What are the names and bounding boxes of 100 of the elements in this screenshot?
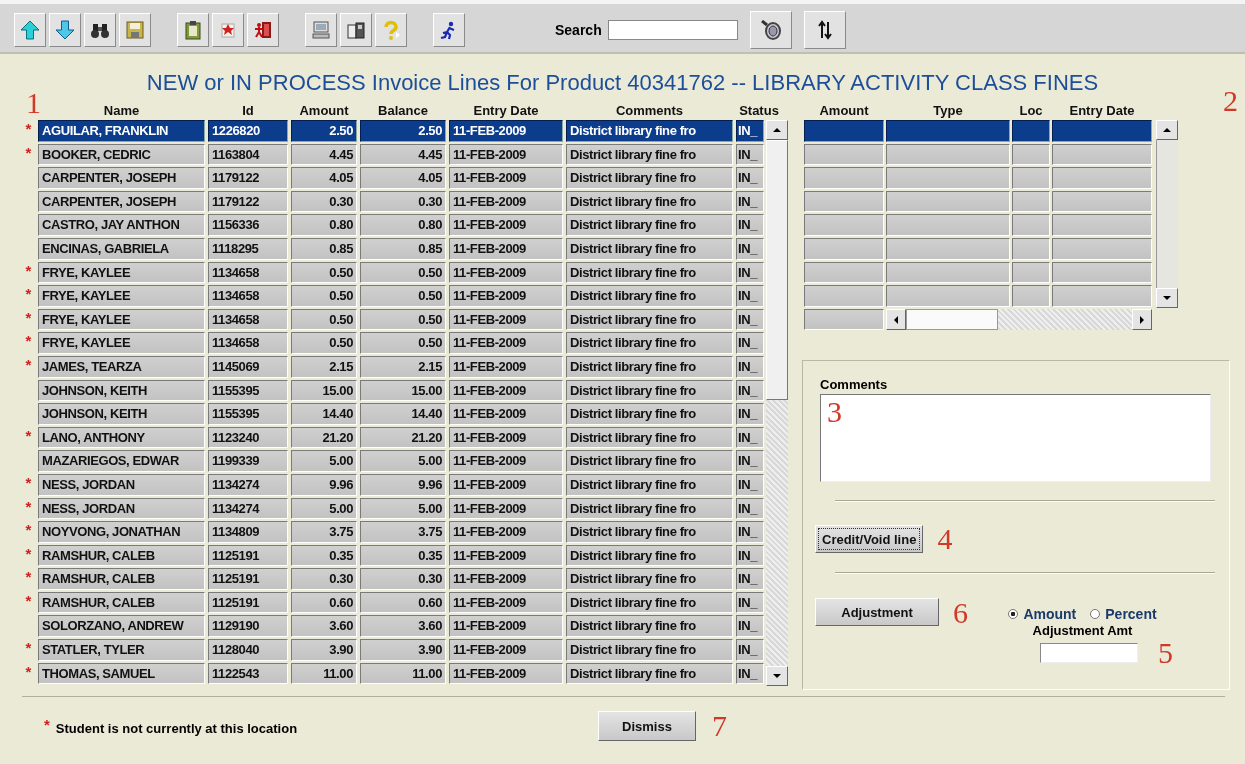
table-cell[interactable]: 1155395 bbox=[208, 379, 288, 402]
table-cell[interactable]: District library fine fro bbox=[566, 615, 733, 638]
table-cell[interactable]: 1134658 bbox=[208, 285, 288, 307]
table-cell[interactable]: 11-FEB-2009 bbox=[449, 190, 563, 213]
table-cell[interactable]: RAMSHUR, CALEB bbox=[38, 544, 205, 567]
table-cell[interactable]: 11-FEB-2009 bbox=[449, 261, 563, 284]
table-cell[interactable]: FRYE, KAYLEE bbox=[38, 285, 205, 307]
table-cell[interactable]: SOLORZANO, ANDREW bbox=[38, 615, 205, 638]
table-cell[interactable]: JOHNSON, KEITH bbox=[38, 403, 205, 425]
toolbar-button[interactable] bbox=[49, 13, 81, 47]
table-cell[interactable]: 21.20 bbox=[291, 426, 357, 449]
table-cell[interactable]: 0.35 bbox=[360, 544, 446, 567]
table-cell[interactable]: 11-FEB-2009 bbox=[449, 285, 563, 307]
table-cell[interactable]: NOYVONG, JONATHAN bbox=[38, 521, 205, 543]
table-cell[interactable]: IN_ bbox=[736, 379, 764, 402]
table-cell[interactable]: 0.50 bbox=[360, 308, 446, 331]
column-header[interactable]: Amount bbox=[804, 102, 884, 120]
table-cell[interactable] bbox=[886, 120, 1010, 142]
table-cell[interactable]: 4.45 bbox=[291, 143, 357, 166]
table-cell[interactable]: District library fine fro bbox=[566, 355, 733, 378]
radio-option[interactable]: Percent bbox=[1090, 606, 1157, 623]
scroll-right-button[interactable] bbox=[1132, 308, 1152, 331]
vertical-scrollbar[interactable] bbox=[766, 120, 788, 686]
scroll-left-button[interactable] bbox=[886, 308, 906, 331]
table-cell[interactable]: District library fine fro bbox=[566, 403, 733, 425]
table-cell[interactable]: 1134658 bbox=[208, 332, 288, 354]
table-cell[interactable]: AGUILAR, FRANKLIN bbox=[38, 120, 205, 142]
table-cell[interactable]: IN_ bbox=[736, 332, 764, 354]
table-cell[interactable]: 11-FEB-2009 bbox=[449, 521, 563, 543]
table-cell[interactable]: 0.80 bbox=[291, 214, 357, 236]
table-cell[interactable] bbox=[886, 214, 1010, 236]
table-cell[interactable]: District library fine fro bbox=[566, 237, 733, 260]
table-cell[interactable]: 1226820 bbox=[208, 120, 288, 142]
column-header[interactable]: Amount bbox=[291, 102, 357, 120]
table-cell[interactable]: District library fine fro bbox=[566, 190, 733, 213]
table-cell[interactable]: IN_ bbox=[736, 237, 764, 260]
table-cell[interactable] bbox=[804, 237, 884, 260]
table-cell[interactable] bbox=[804, 214, 884, 236]
table-cell[interactable]: IN_ bbox=[736, 521, 764, 543]
table-cell[interactable]: 0.50 bbox=[360, 332, 446, 354]
toolbar-button[interactable] bbox=[177, 13, 209, 47]
table-cell[interactable]: 1125191 bbox=[208, 568, 288, 590]
table-cell[interactable]: 3.75 bbox=[291, 521, 357, 543]
table-cell[interactable] bbox=[804, 308, 884, 331]
table-cell[interactable]: IN_ bbox=[736, 497, 764, 520]
table-cell[interactable]: NESS, JORDAN bbox=[38, 497, 205, 520]
table-cell[interactable]: District library fine fro bbox=[566, 120, 733, 142]
table-cell[interactable]: FRYE, KAYLEE bbox=[38, 332, 205, 354]
table-cell[interactable] bbox=[1012, 285, 1050, 307]
table-cell[interactable]: IN_ bbox=[736, 120, 764, 142]
table-cell[interactable] bbox=[1052, 190, 1152, 213]
table-cell[interactable]: IN_ bbox=[736, 639, 764, 661]
table-cell[interactable] bbox=[886, 285, 1010, 307]
table-cell[interactable]: 1134274 bbox=[208, 473, 288, 496]
table-cell[interactable]: 1179122 bbox=[208, 190, 288, 213]
table-cell[interactable]: IN_ bbox=[736, 426, 764, 449]
table-cell[interactable] bbox=[1052, 120, 1152, 142]
toolbar-button[interactable] bbox=[247, 13, 279, 47]
table-cell[interactable]: District library fine fro bbox=[566, 261, 733, 284]
scroll-thumb[interactable] bbox=[906, 308, 998, 331]
toolbar-button[interactable] bbox=[749, 11, 792, 49]
table-cell[interactable]: IN_ bbox=[736, 143, 764, 166]
table-cell[interactable]: 0.30 bbox=[360, 190, 446, 213]
table-cell[interactable]: 0.50 bbox=[360, 285, 446, 307]
table-cell[interactable]: 0.50 bbox=[291, 308, 357, 331]
table-cell[interactable]: 14.40 bbox=[291, 403, 357, 425]
table-cell[interactable] bbox=[886, 167, 1010, 189]
table-cell[interactable]: District library fine fro bbox=[566, 332, 733, 354]
table-cell[interactable]: 11-FEB-2009 bbox=[449, 473, 563, 496]
table-cell[interactable]: 11-FEB-2009 bbox=[449, 355, 563, 378]
table-cell[interactable] bbox=[886, 190, 1010, 213]
table-cell[interactable]: 11-FEB-2009 bbox=[449, 167, 563, 189]
table-cell[interactable]: 2.15 bbox=[360, 355, 446, 378]
table-cell[interactable] bbox=[1012, 237, 1050, 260]
table-cell[interactable]: 2.50 bbox=[360, 120, 446, 142]
table-cell[interactable]: CARPENTER, JOSEPH bbox=[38, 190, 205, 213]
table-cell[interactable]: District library fine fro bbox=[566, 521, 733, 543]
table-cell[interactable]: 11-FEB-2009 bbox=[449, 639, 563, 661]
table-cell[interactable]: 1199339 bbox=[208, 450, 288, 472]
table-cell[interactable]: 11.00 bbox=[360, 662, 446, 685]
table-cell[interactable]: 3.90 bbox=[291, 639, 357, 661]
column-header[interactable]: Status bbox=[736, 102, 782, 120]
table-cell[interactable]: District library fine fro bbox=[566, 308, 733, 331]
table-cell[interactable]: 0.50 bbox=[291, 285, 357, 307]
column-header[interactable]: Comments bbox=[566, 102, 733, 120]
table-cell[interactable]: 1125191 bbox=[208, 591, 288, 614]
table-cell[interactable]: 0.35 bbox=[291, 544, 357, 567]
table-cell[interactable]: 15.00 bbox=[291, 379, 357, 402]
table-cell[interactable]: 11-FEB-2009 bbox=[449, 426, 563, 449]
scroll-down-button[interactable] bbox=[766, 666, 788, 686]
table-cell[interactable]: IN_ bbox=[736, 261, 764, 284]
table-cell[interactable]: District library fine fro bbox=[566, 639, 733, 661]
table-cell[interactable]: BOOKER, CEDRIC bbox=[38, 143, 205, 166]
column-header[interactable]: Entry Date bbox=[1052, 102, 1152, 120]
table-cell[interactable] bbox=[886, 143, 1010, 166]
table-cell[interactable]: IN_ bbox=[736, 591, 764, 614]
table-cell[interactable]: 5.00 bbox=[291, 450, 357, 472]
table-cell[interactable]: THOMAS, SAMUEL bbox=[38, 662, 205, 685]
column-header[interactable]: Loc bbox=[1012, 102, 1050, 120]
table-cell[interactable]: 11-FEB-2009 bbox=[449, 120, 563, 142]
